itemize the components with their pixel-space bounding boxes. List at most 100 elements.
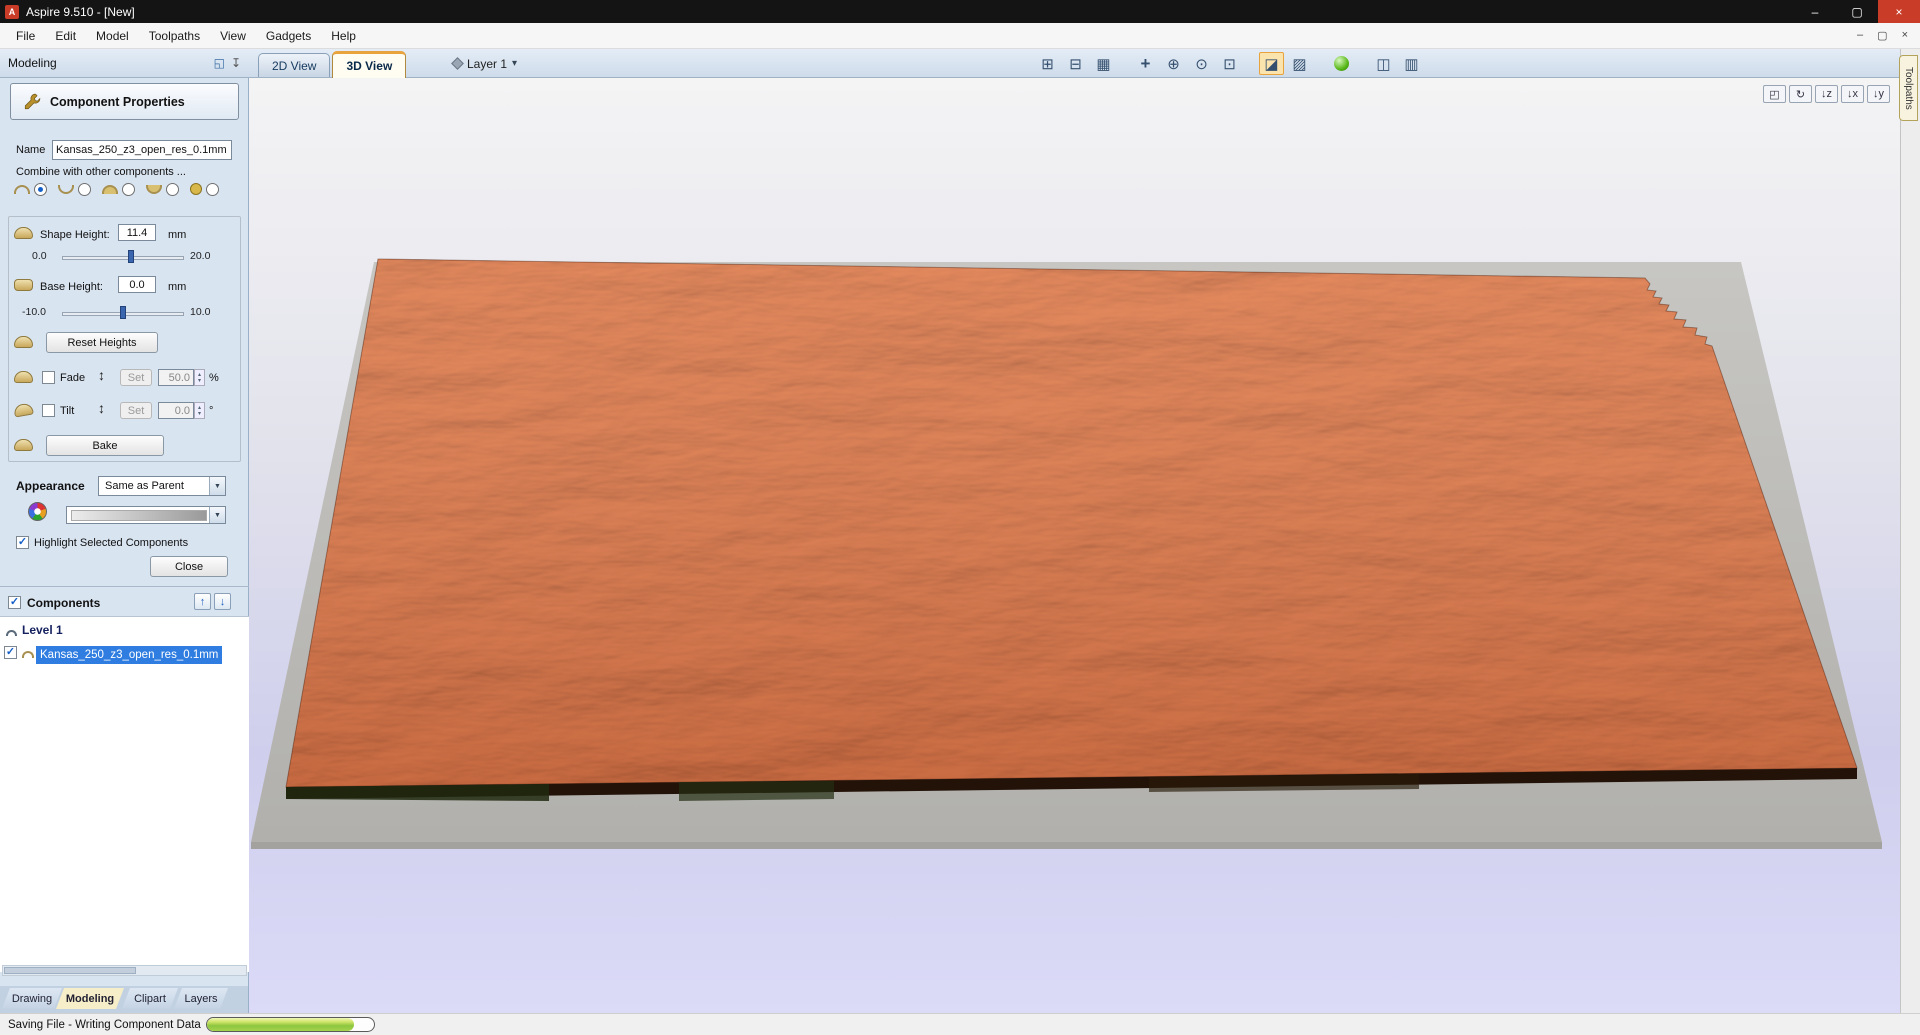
tilt-checkbox[interactable] bbox=[42, 404, 55, 417]
single-pane-icon[interactable]: ◫ bbox=[1371, 52, 1396, 75]
highlight-checkbox[interactable]: ✓ bbox=[16, 536, 29, 549]
appearance-select[interactable]: Same as Parent ▼ bbox=[98, 476, 226, 496]
base-height-input[interactable] bbox=[118, 276, 156, 293]
application-window: A Aspire 9.510 - [New] – ▢ × File Edit M… bbox=[0, 0, 1920, 1035]
mdi-restore-icon[interactable]: ▢ bbox=[1877, 29, 1887, 42]
combine-merge-low-radio[interactable] bbox=[166, 182, 179, 196]
tab-layers[interactable]: Layers bbox=[174, 988, 228, 1009]
name-input[interactable] bbox=[52, 140, 232, 160]
color-swatch-select[interactable]: ▼ bbox=[66, 506, 226, 524]
zoom-box-icon[interactable]: ⊡ bbox=[1217, 52, 1242, 75]
components-header: ✓ Components ↑ ↓ bbox=[0, 590, 249, 616]
fade-direction-icon[interactable]: ↕ bbox=[98, 367, 105, 383]
pan-view-icon[interactable]: + bbox=[1133, 52, 1158, 75]
panel-pin-icon[interactable]: ↧ bbox=[231, 56, 241, 70]
mdi-close-icon[interactable]: × bbox=[1902, 29, 1908, 42]
menu-gadgets[interactable]: Gadgets bbox=[256, 25, 321, 47]
components-checkbox[interactable]: ✓ bbox=[8, 596, 21, 609]
view-orientation-buttons: ◰ ↻ ↓z ↓x ↓y bbox=[1763, 85, 1890, 103]
tab-clipart[interactable]: Clipart bbox=[122, 988, 178, 1009]
iso-view-icon[interactable]: ◰ bbox=[1763, 85, 1786, 103]
component-row[interactable]: ✓ Kansas_250_z3_open_res_0.1mm bbox=[0, 645, 249, 664]
combine-option-merge-high[interactable] bbox=[102, 181, 135, 197]
layer-label: Layer 1 bbox=[467, 56, 508, 71]
3d-viewport[interactable]: ◰ ↻ ↓z ↓x ↓y bbox=[249, 78, 1900, 1013]
material-color-icon[interactable] bbox=[1329, 52, 1354, 75]
down-x-view-icon[interactable]: ↓x bbox=[1841, 85, 1864, 103]
combine-option-subtract[interactable] bbox=[58, 181, 91, 197]
snap-grid-icon[interactable]: ▦ bbox=[1091, 52, 1116, 75]
split-pane-icon[interactable]: ▥ bbox=[1399, 52, 1424, 75]
layer-selector[interactable]: Layer 1 ▾ bbox=[447, 53, 523, 74]
shaded-view-toggle-icon[interactable]: ◪ bbox=[1259, 52, 1284, 75]
terrain-model[interactable] bbox=[285, 258, 1858, 801]
layer-icon bbox=[451, 57, 464, 70]
tab-modeling[interactable]: Modeling bbox=[56, 988, 124, 1009]
close-button[interactable]: × bbox=[1878, 0, 1920, 23]
combine-option-merge-low[interactable] bbox=[146, 181, 179, 197]
status-text: Saving File - Writing Component Data bbox=[8, 1018, 201, 1031]
draw-toolpaths-icon[interactable]: ▨ bbox=[1287, 52, 1312, 75]
zoom-dynamic-icon[interactable]: ⊕ bbox=[1161, 52, 1186, 75]
tilt-direction-icon[interactable]: ↕ bbox=[98, 400, 105, 416]
panel-dock-icon[interactable]: ◱ bbox=[214, 56, 225, 70]
combine-merge-low-icon bbox=[146, 184, 162, 194]
level-row[interactable]: Level 1 bbox=[6, 623, 63, 639]
menu-file[interactable]: File bbox=[6, 25, 45, 47]
combine-multiply-radio[interactable] bbox=[206, 182, 219, 196]
section-divider bbox=[0, 586, 249, 587]
component-checkbox[interactable]: ✓ bbox=[4, 646, 17, 659]
bake-button[interactable]: Bake bbox=[46, 435, 164, 456]
tree-h-scrollbar[interactable] bbox=[2, 965, 247, 976]
shape-height-label: Shape Height: bbox=[40, 229, 110, 241]
component-properties-header: Component Properties bbox=[10, 83, 239, 120]
combine-add-radio[interactable] bbox=[34, 182, 47, 196]
menu-view[interactable]: View bbox=[210, 25, 256, 47]
3d-model-kansas[interactable] bbox=[249, 78, 1900, 1013]
shape-height-slider-handle[interactable] bbox=[128, 250, 134, 263]
reset-heights-icon bbox=[14, 336, 33, 348]
menu-toolpaths[interactable]: Toolpaths bbox=[139, 25, 210, 47]
zoom-to-drawing-icon[interactable]: ⊞ bbox=[1035, 52, 1060, 75]
combine-subtract-radio[interactable] bbox=[78, 182, 91, 196]
highlight-label: Highlight Selected Components bbox=[34, 537, 189, 549]
rotate-view-icon[interactable]: ↻ bbox=[1789, 85, 1812, 103]
tab-2d-view[interactable]: 2D View bbox=[258, 53, 331, 77]
toolpaths-tab[interactable]: Toolpaths bbox=[1899, 55, 1918, 121]
level-icon bbox=[6, 630, 17, 636]
tab-3d-view[interactable]: 3D View bbox=[332, 51, 407, 78]
move-up-button[interactable]: ↑ bbox=[194, 593, 211, 610]
minimize-button[interactable]: – bbox=[1794, 0, 1836, 23]
combine-option-add[interactable] bbox=[14, 181, 47, 197]
fade-checkbox[interactable] bbox=[42, 371, 55, 384]
move-down-button[interactable]: ↓ bbox=[214, 593, 231, 610]
menu-help[interactable]: Help bbox=[321, 25, 366, 47]
base-height-slider-handle[interactable] bbox=[120, 306, 126, 319]
bake-icon bbox=[14, 439, 33, 451]
combine-option-multiply[interactable] bbox=[190, 181, 219, 197]
down-z-view-icon[interactable]: ↓z bbox=[1815, 85, 1838, 103]
tree-h-scrollbar-thumb[interactable] bbox=[4, 967, 136, 974]
base-height-label: Base Height: bbox=[40, 281, 103, 293]
palette-icon[interactable] bbox=[28, 502, 47, 521]
tab-drawing[interactable]: Drawing bbox=[2, 988, 62, 1009]
shape-height-slider-track[interactable] bbox=[62, 256, 184, 260]
shape-height-input[interactable] bbox=[118, 224, 156, 241]
combine-merge-high-radio[interactable] bbox=[122, 182, 135, 196]
restore-button[interactable]: ▢ bbox=[1836, 0, 1878, 23]
shape-height-unit: mm bbox=[168, 229, 187, 241]
mdi-minimize-icon[interactable]: – bbox=[1857, 29, 1863, 42]
component-name[interactable]: Kansas_250_z3_open_res_0.1mm bbox=[36, 646, 223, 664]
menu-model[interactable]: Model bbox=[86, 25, 139, 47]
layer-caret-icon: ▾ bbox=[512, 58, 518, 69]
reset-heights-button[interactable]: Reset Heights bbox=[46, 332, 158, 353]
component-icon bbox=[22, 651, 34, 658]
combine-label: Combine with other components ... bbox=[16, 166, 186, 178]
zoom-to-material-icon[interactable]: ⊟ bbox=[1063, 52, 1088, 75]
down-y-view-icon[interactable]: ↓y bbox=[1867, 85, 1890, 103]
base-height-max: 10.0 bbox=[190, 306, 211, 318]
menu-edit[interactable]: Edit bbox=[45, 25, 86, 47]
close-panel-button[interactable]: Close bbox=[150, 556, 228, 577]
view-toolbar: ⊞ ⊟ ▦ + ⊕ ⊙ ⊡ ◪ ▨ ◫ ▥ bbox=[1035, 51, 1424, 76]
zoom-extents-icon[interactable]: ⊙ bbox=[1189, 52, 1214, 75]
